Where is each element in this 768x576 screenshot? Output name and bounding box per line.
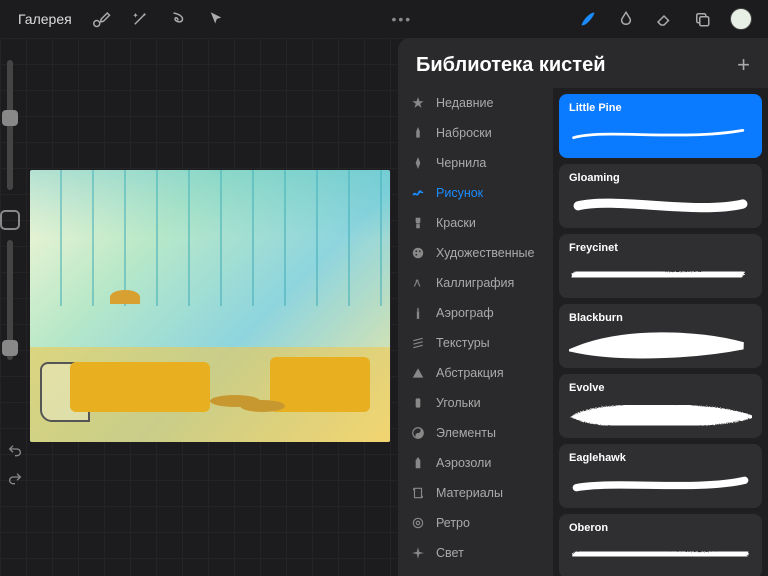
smudge-tool-icon[interactable]: [608, 1, 644, 37]
eraser-tool-icon[interactable]: [646, 1, 682, 37]
category-label: Аэрозоли: [436, 456, 491, 470]
category-item[interactable]: Материалы: [398, 478, 553, 508]
brush-preview: [569, 326, 752, 362]
layers-icon[interactable]: [684, 1, 720, 37]
nib-icon: [410, 155, 426, 171]
hatch-icon: [410, 335, 426, 351]
yinyang-icon: [410, 425, 426, 441]
canvas[interactable]: [30, 170, 390, 442]
category-label: Ретро: [436, 516, 470, 530]
brush-preview: [569, 256, 752, 292]
category-item[interactable]: Текстуры: [398, 328, 553, 358]
left-sliders: [0, 60, 20, 380]
brush-preview: [569, 536, 752, 572]
brush-preview: [569, 396, 752, 432]
category-item[interactable]: Угольки: [398, 388, 553, 418]
select-icon[interactable]: [160, 1, 196, 37]
category-label: Каллиграфия: [436, 276, 514, 290]
charcoal-icon: [410, 395, 426, 411]
undo-redo: [0, 440, 30, 490]
brush-item[interactable]: Eaglehawk: [559, 444, 762, 508]
gallery-button[interactable]: Галерея: [8, 7, 82, 31]
brush-preview: [569, 186, 752, 222]
scroll-icon: [410, 485, 426, 501]
brush-name: Freycinet: [569, 242, 752, 254]
category-label: Недавние: [436, 96, 493, 110]
category-item[interactable]: Элементы: [398, 418, 553, 448]
category-item[interactable]: Ретро: [398, 508, 553, 538]
brush-item[interactable]: Oberon: [559, 514, 762, 576]
category-item[interactable]: Чернила: [398, 148, 553, 178]
wrench-icon[interactable]: [84, 1, 120, 37]
spray-icon: [410, 305, 426, 321]
category-item[interactable]: Наброски: [398, 118, 553, 148]
undo-icon[interactable]: [7, 443, 23, 459]
category-label: Краски: [436, 216, 476, 230]
brush-item[interactable]: Blackburn: [559, 304, 762, 368]
category-label: Чернила: [436, 156, 486, 170]
category-item[interactable]: Краски: [398, 208, 553, 238]
category-item[interactable]: Аэрозоли: [398, 448, 553, 478]
opacity-slider[interactable]: [7, 240, 13, 360]
wand-icon[interactable]: [122, 1, 158, 37]
category-item[interactable]: Художественные: [398, 238, 553, 268]
category-label: Наброски: [436, 126, 492, 140]
add-brush-set-button[interactable]: +: [737, 52, 750, 78]
brush-item[interactable]: Gloaming: [559, 164, 762, 228]
cursor-icon[interactable]: [198, 1, 234, 37]
can-icon: [410, 455, 426, 471]
category-label: Элементы: [436, 426, 496, 440]
brush-name: Oberon: [569, 522, 752, 534]
category-label: Угольки: [436, 396, 481, 410]
brush-icon: [410, 215, 426, 231]
brush-preview: [569, 466, 752, 502]
top-toolbar: Галерея •••: [0, 0, 768, 38]
category-label: Художественные: [436, 246, 535, 260]
triangle-icon: [410, 365, 426, 381]
category-item[interactable]: Аэрограф: [398, 298, 553, 328]
category-label: Текстуры: [436, 336, 490, 350]
brush-item[interactable]: Little Pine: [559, 94, 762, 158]
category-item[interactable]: Абстракция: [398, 358, 553, 388]
panel-title: Библиотека кистей: [416, 54, 606, 77]
script-icon: [410, 275, 426, 291]
star-icon: [410, 95, 426, 111]
category-item[interactable]: Каллиграфия: [398, 268, 553, 298]
redo-icon[interactable]: [7, 471, 23, 487]
category-label: Абстракция: [436, 366, 504, 380]
squiggle-icon: [410, 185, 426, 201]
category-item[interactable]: Индастриал: [398, 568, 553, 576]
retro-icon: [410, 515, 426, 531]
brush-name: Gloaming: [569, 172, 752, 184]
brush-categories-list: Недавние Наброски Чернила Рисунок Краски Худо…: [398, 88, 553, 576]
brush-name: Blackburn: [569, 312, 752, 324]
brush-item[interactable]: Evolve: [559, 374, 762, 438]
more-icon[interactable]: •••: [391, 11, 412, 27]
category-label: Свет: [436, 546, 464, 560]
pencil-icon: [410, 125, 426, 141]
category-item[interactable]: Рисунок: [398, 178, 553, 208]
modify-button[interactable]: [0, 210, 20, 230]
color-swatch[interactable]: [730, 8, 752, 30]
category-label: Аэрограф: [436, 306, 494, 320]
category-item[interactable]: Свет: [398, 538, 553, 568]
category-label: Рисунок: [436, 186, 483, 200]
category-item[interactable]: Недавние: [398, 88, 553, 118]
category-label: Материалы: [436, 486, 503, 500]
brush-tool-icon[interactable]: [570, 1, 606, 37]
brushes-list: Little Pine Gloaming Freycinet Blackburn Evo…: [553, 88, 768, 576]
brush-item[interactable]: Freycinet: [559, 234, 762, 298]
sparkle-icon: [410, 545, 426, 561]
brush-name: Eaglehawk: [569, 452, 752, 464]
brush-name: Little Pine: [569, 102, 752, 114]
brush-preview: [569, 116, 752, 152]
brush-name: Evolve: [569, 382, 752, 394]
brush-size-slider[interactable]: [7, 60, 13, 190]
brush-library-panel: Библиотека кистей + Недавние Наброски Черн…: [398, 38, 768, 576]
palette-icon: [410, 245, 426, 261]
